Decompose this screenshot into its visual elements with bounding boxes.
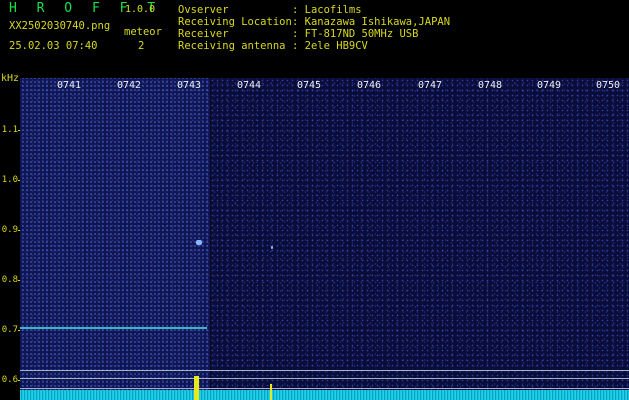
- header-panel: H R O F F T 1.0.0 XX2502030740.png meteo…: [0, 0, 629, 78]
- filename: XX2502030740.png: [9, 20, 111, 32]
- info-value-observer: : Lacofilms: [292, 4, 362, 16]
- meteor-count: 2: [138, 40, 145, 52]
- y-tick-label: 1.0: [1, 175, 18, 185]
- info-key-observer: Ovserver: [178, 4, 229, 16]
- y-tick-label: 1.1: [1, 125, 18, 135]
- info-value-location: : Kanazawa Ishikawa,JAPAN: [292, 16, 451, 28]
- y-axis-unit: kHz: [1, 73, 20, 84]
- reference-line: [20, 378, 629, 379]
- reference-line: [20, 370, 629, 371]
- app-version: 1.0.0: [125, 4, 156, 15]
- spectrogram: [20, 78, 629, 400]
- x-tick-label: 0744: [237, 80, 262, 91]
- x-tick-label: 0748: [478, 80, 503, 91]
- info-key-location: Receiving Location: [178, 16, 292, 28]
- meteor-peak: [194, 376, 199, 400]
- x-tick-label: 0746: [357, 80, 382, 91]
- meteor-echo: [196, 240, 202, 245]
- spectrogram-active-region: [20, 78, 210, 400]
- y-tick-label: 0.7: [1, 325, 18, 335]
- x-tick-label: 0747: [418, 80, 443, 91]
- carrier-line: [20, 327, 207, 329]
- y-tick-label: 0.6: [1, 375, 18, 385]
- spectrogram-gap: [210, 78, 211, 400]
- x-tick-label: 0745: [297, 80, 322, 91]
- info-key-antenna: Receiving antenna: [178, 40, 286, 52]
- datetime: 25.02.03 07:40: [9, 40, 98, 52]
- signal-level-strip: [20, 390, 629, 400]
- x-tick-label: 0742: [117, 80, 142, 91]
- info-key-receiver: Receiver: [178, 28, 229, 40]
- info-value-antenna: : 2ele HB9CV: [292, 40, 368, 52]
- y-tick-label: 0.9: [1, 225, 18, 235]
- info-value-receiver: : FT-817ND 50MHz USB: [292, 28, 419, 40]
- reference-line: [20, 388, 629, 389]
- x-tick-label: 0743: [177, 80, 202, 91]
- meteor-peak: [270, 384, 272, 400]
- x-tick-label: 0749: [537, 80, 562, 91]
- meteor-echo: [271, 246, 273, 249]
- x-tick-label: 0750: [596, 80, 621, 91]
- y-tick-label: 0.8: [1, 275, 18, 285]
- meteor-label: meteor: [124, 26, 162, 38]
- x-tick-label: 0741: [57, 80, 82, 91]
